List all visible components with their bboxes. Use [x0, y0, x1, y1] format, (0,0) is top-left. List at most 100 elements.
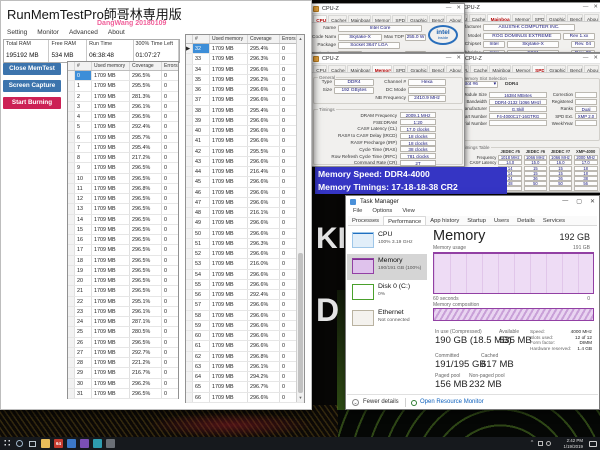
tab-cpu[interactable]: CPU	[313, 65, 327, 72]
tab-details[interactable]: Details	[513, 216, 539, 225]
table-row[interactable]: 37 1709 MB 296.6% 0	[186, 95, 304, 106]
table-row[interactable]: 40 1709 MB 296.6% 0	[186, 126, 304, 137]
tab-bench[interactable]: Bench	[566, 14, 583, 21]
table-row[interactable]: 50 1709 MB 296.6% 0	[186, 228, 304, 239]
table-row[interactable]: 7 1709 MB 295.4% 0	[68, 142, 178, 153]
table-row[interactable]: 23 1709 MB 296.1% 0	[68, 306, 178, 317]
minimize-icon[interactable]: —	[583, 4, 589, 10]
table-row[interactable]: 29 1709 MB 216.7% 0	[68, 368, 178, 379]
menu-item-options[interactable]: Options	[367, 207, 397, 216]
table-row[interactable]: 30 1709 MB 296.2% 0	[68, 378, 178, 389]
tray-expand-button[interactable]: ^	[528, 437, 536, 450]
table-row[interactable]: 46 1709 MB 296.6% 0	[186, 187, 304, 198]
screen-capture-button[interactable]: Screen Capture	[3, 80, 61, 92]
table-row[interactable]: 53 1709 MB 216.0% 0	[186, 259, 304, 270]
table-row[interactable]: 24 1709 MB 287.1% 0	[68, 317, 178, 328]
table-row[interactable]: 63 1709 MB 296.1% 0	[186, 361, 304, 372]
start-burning-button[interactable]: Start Burning	[3, 97, 61, 109]
table-row[interactable]: 57 1709 MB 296.6% 0	[186, 300, 304, 311]
table-row[interactable]: 16 1709 MB 296.5% 0	[68, 235, 178, 246]
taskbar-app-app-teal[interactable]	[91, 437, 104, 450]
open-resource-monitor-link[interactable]: Open Resource Monitor	[420, 399, 484, 405]
tab-spd[interactable]: SPD	[531, 65, 546, 72]
tab-caches[interactable]: Caches	[468, 14, 487, 21]
menu-item-advanced[interactable]: Advanced	[65, 28, 104, 37]
tab-bench[interactable]: Bench	[428, 65, 446, 72]
taskbar-app-app-violet[interactable]	[78, 437, 91, 450]
table-row[interactable]: 45 1709 MB 296.6% 0	[186, 177, 304, 188]
table-row[interactable]: 21 1709 MB 296.5% 0	[68, 286, 178, 297]
tab-memory[interactable]: Memory	[511, 14, 531, 21]
tab-about[interactable]: About	[446, 65, 462, 72]
table-row[interactable]: 35 1709 MB 296.2% 0	[186, 74, 304, 85]
task-manager-titlebar[interactable]: Task Manager — ▢ ✕	[346, 196, 599, 207]
tab-spd[interactable]: SPD	[392, 15, 406, 22]
tab-processes[interactable]: Processes	[348, 216, 383, 225]
menu-item-file[interactable]: File	[348, 207, 367, 216]
table-row[interactable]: 44 1709 MB 216.4% 0	[186, 167, 304, 178]
table-row[interactable]: 49 1709 MB 296.6% 0	[186, 218, 304, 229]
table-row[interactable]: 18 1709 MB 296.5% 0	[68, 255, 178, 266]
tab-graphics[interactable]: Graphics	[407, 65, 428, 72]
menu-item-setting[interactable]: Setting	[3, 28, 33, 37]
scrollbar-thumb[interactable]	[298, 253, 303, 393]
table-row[interactable]: 28 1709 MB 221.2% 0	[68, 358, 178, 369]
table-row[interactable]: 36 1709 MB 296.6% 0	[186, 85, 304, 96]
table-row[interactable]: 47 1709 MB 296.6% 0	[186, 197, 304, 208]
tab-caches[interactable]: Caches	[470, 65, 489, 72]
action-center-button[interactable]	[586, 437, 600, 450]
menu-item-monitor[interactable]: Monitor	[33, 28, 65, 37]
task-view-button[interactable]	[26, 437, 39, 450]
sidebar-item-cpu[interactable]: CPU 100% 3.19 GHz	[347, 228, 427, 254]
table-row[interactable]: 22 1709 MB 295.1% 0	[68, 296, 178, 307]
tab-performance[interactable]: Performance	[383, 216, 427, 225]
table-row[interactable]: 2 1709 MB 281.3% 0	[68, 91, 178, 102]
table-row[interactable]: 11 1709 MB 296.8% 0	[68, 183, 178, 194]
cpuz-mainboard-titlebar[interactable]: CPU-Z — ✕	[451, 3, 600, 13]
tab-bench[interactable]: Bench	[428, 15, 446, 22]
tab-caches[interactable]: Caches	[327, 65, 347, 72]
fewer-details-button[interactable]: Fewer details	[363, 399, 399, 405]
table-row[interactable]: 60 1709 MB 296.6% 0	[186, 331, 304, 342]
table-row[interactable]: 39 1709 MB 296.6% 0	[186, 115, 304, 126]
table-row[interactable]: 5 1709 MB 292.4% 0	[68, 122, 178, 133]
table-row[interactable]: 65 1709 MB 296.7% 0	[186, 382, 304, 393]
table-row[interactable]: 48 1709 MB 216.1% 0	[186, 208, 304, 219]
scroll-up-icon[interactable]: ▲	[297, 35, 304, 43]
close-icon[interactable]: ✕	[456, 55, 461, 61]
tab-about[interactable]: About	[583, 65, 599, 72]
sidebar-item-memory[interactable]: Memory 190/191 GB (100%)	[347, 254, 427, 280]
table-row[interactable]: 61 1709 MB 296.6% 0	[186, 341, 304, 352]
table-row[interactable]: 52 1709 MB 296.6% 0	[186, 249, 304, 260]
close-memtest-button[interactable]: Close MemTest	[3, 63, 61, 75]
tab-services[interactable]: Services	[539, 216, 569, 225]
table-row[interactable]: 25 1709 MB 280.5% 0	[68, 327, 178, 338]
table-row[interactable]: 17 1709 MB 296.5% 0	[68, 245, 178, 256]
table-row[interactable]: 12 1709 MB 296.5% 0	[68, 194, 178, 205]
taskbar-clock[interactable]: 2:42 PM 1/19/2019	[552, 438, 586, 449]
table-row[interactable]: 10 1709 MB 296.5% 0	[68, 173, 178, 184]
tab-mainboard[interactable]: Mainboard	[489, 65, 512, 72]
table-row[interactable]: 0 1709 MB 296.5% 0	[68, 71, 178, 82]
tab-startup[interactable]: Startup	[463, 216, 490, 225]
tab-memory[interactable]: Memory	[512, 65, 531, 72]
tab-memory[interactable]: Memory	[371, 15, 392, 22]
sidebar-item-ethernet[interactable]: Ethernet Not connected	[347, 306, 427, 332]
cpuz-spd-titlebar[interactable]: CPU-Z — ✕	[453, 54, 600, 64]
table-row[interactable]: 33 1709 MB 296.3% 0	[186, 54, 304, 65]
tab-about[interactable]: About	[583, 14, 599, 21]
table-row[interactable]: 31 1709 MB 296.5% 0	[68, 388, 178, 399]
cortana-button[interactable]	[13, 437, 26, 450]
close-icon[interactable]: ✕	[593, 4, 598, 10]
tab-caches[interactable]: Caches	[327, 15, 347, 22]
close-icon[interactable]: ✕	[593, 55, 598, 61]
table-row[interactable]: 62 1709 MB 296.8% 0	[186, 351, 304, 362]
tab-mainboard[interactable]: Mainboard	[347, 65, 371, 72]
scroll-down-icon[interactable]: ▼	[297, 394, 304, 402]
table-row[interactable]: 38 1709 MB 295.4% 0	[186, 105, 304, 116]
table-row[interactable]: 15 1709 MB 296.5% 0	[68, 224, 178, 235]
table-row[interactable]: 42 1709 MB 295.5% 0	[186, 146, 304, 157]
table-row[interactable]: 27 1709 MB 292.7% 0	[68, 347, 178, 358]
table-row[interactable]: 13 1709 MB 296.5% 0	[68, 204, 178, 215]
table-scrollbar[interactable]: ▲ ▼	[296, 35, 304, 402]
